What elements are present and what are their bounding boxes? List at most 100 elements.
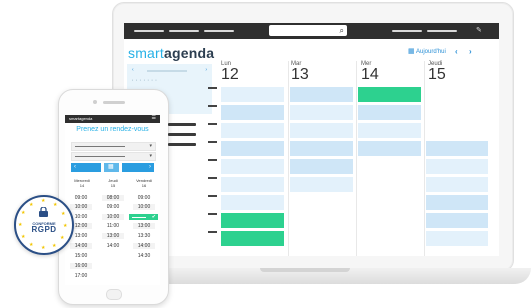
time-slot[interactable] xyxy=(358,141,421,156)
time-option[interactable]: 13:00 xyxy=(133,223,155,229)
star-icon: ★ xyxy=(29,242,34,248)
time-slot[interactable] xyxy=(426,231,488,246)
time-slot[interactable] xyxy=(426,213,488,228)
phone-header: smartagenda ☰ xyxy=(65,115,160,123)
hour-marker xyxy=(208,159,217,161)
star-icon: ★ xyxy=(41,245,46,251)
search-icon[interactable]: ⌕ xyxy=(340,26,344,35)
prev-week-button[interactable]: ‹ xyxy=(455,47,458,56)
day-number: 14 xyxy=(361,66,379,83)
time-option[interactable]: 13:00 xyxy=(102,233,124,239)
time-slot[interactable] xyxy=(290,105,353,120)
rgpd-badge: CONFORME RGPD ★ ★ ★ ★ ★ ★ ★ ★ ★ ★ ★ ★ xyxy=(14,195,74,255)
time-option[interactable]: 15:00 xyxy=(70,253,92,259)
time-option[interactable]: 09:00 xyxy=(133,195,155,201)
time-slot[interactable] xyxy=(221,123,284,138)
star-icon: ★ xyxy=(63,223,68,229)
prev-days-button[interactable]: ‹ xyxy=(71,163,101,172)
time-slot[interactable] xyxy=(221,159,284,174)
time-slot[interactable] xyxy=(426,141,488,156)
calendar-icon[interactable]: ▦ xyxy=(408,47,415,55)
calendar-view-button[interactable]: ▦ xyxy=(104,163,119,172)
time-option[interactable]: 17:00 xyxy=(70,273,92,279)
nav-item[interactable] xyxy=(204,30,234,32)
time-option[interactable]: 14:00 xyxy=(102,243,124,249)
column-divider xyxy=(356,61,357,256)
menu-line xyxy=(168,123,196,126)
chevron-left-icon: ‹ xyxy=(74,164,76,170)
booked-slot[interactable] xyxy=(358,87,421,102)
time-option[interactable]: 08:00 xyxy=(102,195,124,201)
nav-item[interactable] xyxy=(392,30,422,32)
day-header: Mercredi 14 xyxy=(74,178,90,188)
day-header: Mar 13 xyxy=(291,61,309,83)
hour-marker xyxy=(208,213,217,215)
menu-icon[interactable]: ☰ xyxy=(152,116,156,121)
star-icon: ★ xyxy=(18,222,23,228)
nav-item[interactable] xyxy=(427,30,457,32)
star-icon: ★ xyxy=(29,202,34,208)
time-slot[interactable] xyxy=(290,177,353,192)
selected-time-slot[interactable]: ✔ xyxy=(129,214,158,220)
mini-prev-icon[interactable]: ‹ xyxy=(132,67,134,73)
time-option[interactable]: 14:00 xyxy=(70,243,92,249)
day-header: Lun 12 xyxy=(221,61,239,83)
star-icon: ★ xyxy=(21,210,26,216)
time-option[interactable]: 14:00 xyxy=(133,243,155,249)
time-slot[interactable] xyxy=(221,87,284,102)
hour-marker xyxy=(208,195,217,197)
today-link[interactable]: Aujourd'hui xyxy=(416,49,446,55)
day-header: Vendredi 16 xyxy=(136,178,152,188)
time-slot[interactable] xyxy=(426,177,488,192)
menu-line xyxy=(168,133,196,136)
menu-line xyxy=(168,143,196,146)
hour-marker xyxy=(208,231,217,233)
time-option[interactable]: 10:00 xyxy=(102,214,124,220)
time-slot[interactable] xyxy=(221,195,284,210)
hour-marker xyxy=(208,87,217,89)
search-input[interactable]: ⌕ xyxy=(269,25,347,36)
time-slot[interactable] xyxy=(290,159,353,174)
nav-item[interactable] xyxy=(169,30,199,32)
day-header: Jeudi 15 xyxy=(108,178,118,188)
time-option[interactable]: 10:00 xyxy=(70,204,92,210)
time-option[interactable]: 13:30 xyxy=(133,233,155,239)
time-slot[interactable] xyxy=(358,105,421,120)
next-days-button[interactable]: › xyxy=(122,163,154,172)
hour-marker xyxy=(208,123,217,125)
time-slot[interactable] xyxy=(426,159,488,174)
phone-camera xyxy=(93,100,97,104)
time-slot[interactable] xyxy=(358,123,421,138)
time-option[interactable]: 09:00 xyxy=(102,204,124,210)
nav-item[interactable] xyxy=(134,30,164,32)
top-nav-bar: ⌕ ✎ xyxy=(124,23,499,39)
time-slot[interactable] xyxy=(290,123,353,138)
time-option[interactable]: 13:00 xyxy=(70,233,92,239)
staff-select[interactable]: ▾ xyxy=(71,152,156,161)
time-slot[interactable] xyxy=(221,105,284,120)
time-slot[interactable] xyxy=(290,141,353,156)
time-option[interactable]: 09:00 xyxy=(70,195,92,201)
phone-speaker xyxy=(103,101,125,104)
edit-icon[interactable]: ✎ xyxy=(476,26,482,34)
time-option[interactable]: 11:00 xyxy=(102,223,124,229)
day-header: Jeudi 15 xyxy=(428,61,446,83)
booked-slot[interactable] xyxy=(221,213,284,228)
time-slot[interactable] xyxy=(426,195,488,210)
time-slot[interactable] xyxy=(290,87,353,102)
time-slot[interactable] xyxy=(221,177,284,192)
column-divider xyxy=(288,61,289,256)
time-option[interactable]: 16:00 xyxy=(70,263,92,269)
mini-next-icon[interactable]: › xyxy=(205,67,207,73)
chevron-down-icon: ▾ xyxy=(149,153,152,159)
day-header: Mer 14 xyxy=(361,61,379,83)
next-week-button[interactable]: › xyxy=(469,47,472,56)
service-select[interactable]: ▾ xyxy=(71,142,156,151)
time-option[interactable]: 14:30 xyxy=(133,253,155,259)
star-icon: ★ xyxy=(60,235,65,241)
column-divider xyxy=(424,61,425,256)
booked-slot[interactable] xyxy=(221,231,284,246)
time-option[interactable]: 10:00 xyxy=(133,204,155,210)
time-slot[interactable] xyxy=(221,141,284,156)
phone-home-button[interactable] xyxy=(106,289,122,300)
